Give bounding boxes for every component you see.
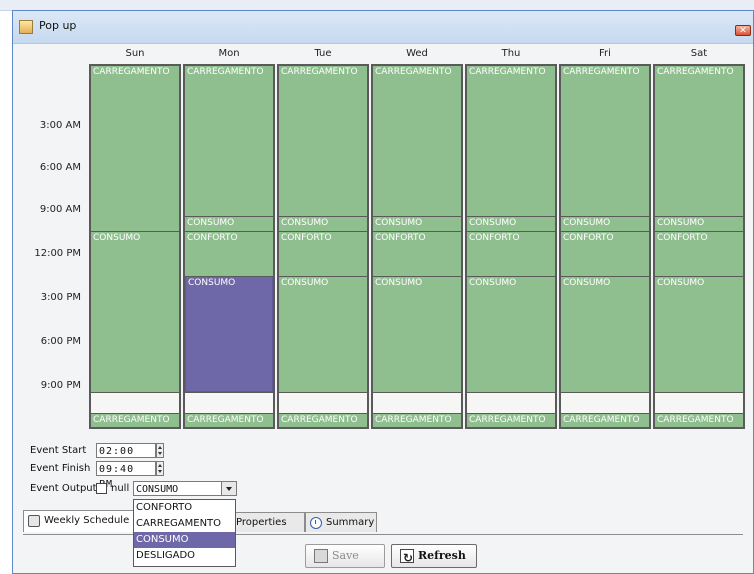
event-block[interactable]: CONFORTO (467, 231, 555, 276)
time-label: 9:00 AM (39, 204, 81, 215)
event-start-spinner[interactable] (156, 443, 164, 458)
gear-icon (28, 515, 40, 527)
event-block[interactable]: CONSUMO (373, 276, 461, 392)
day-column-fri: CARREGAMENTO CONSUMO CONFORTO CONSUMO CA… (559, 64, 651, 429)
time-label: 3:00 AM (39, 120, 81, 131)
event-block[interactable]: CARREGAMENTO (561, 66, 649, 216)
dropdown-option-conforto[interactable]: CONFORTO (134, 500, 235, 516)
window-title: Pop up (39, 19, 77, 32)
event-block[interactable]: CONSUMO (185, 216, 273, 231)
dropdown-option-desligado[interactable]: DESLIGADO (134, 548, 235, 564)
clock-icon (310, 517, 322, 529)
refresh-button[interactable]: Refresh (391, 544, 477, 569)
day-column-sat: CARREGAMENTO CONSUMO CONFORTO CONSUMO CA… (653, 64, 745, 429)
day-header-tue: Tue (314, 48, 332, 59)
event-block[interactable]: CARREGAMENTO (185, 413, 273, 427)
event-block[interactable]: CONFORTO (373, 231, 461, 276)
time-label: 3:00 PM (40, 292, 81, 303)
close-button[interactable]: ✕ (735, 25, 751, 36)
empty-slot[interactable] (185, 392, 273, 413)
event-block[interactable]: CONFORTO (655, 231, 743, 276)
event-start-field[interactable]: 02:00 PM (96, 443, 156, 472)
tab-weekly-schedule[interactable]: Weekly Schedule (23, 510, 135, 532)
event-block[interactable]: CARREGAMENTO (373, 413, 461, 427)
event-block[interactable]: CONSUMO (91, 231, 179, 392)
event-finish-spinner[interactable] (156, 461, 164, 476)
save-button[interactable]: Save (305, 544, 385, 568)
tab-label: Summary (326, 517, 375, 528)
empty-slot[interactable] (279, 392, 367, 413)
empty-slot[interactable] (467, 392, 555, 413)
event-block[interactable]: CONSUMO (279, 216, 367, 231)
event-start-label: Event Start (30, 445, 87, 456)
event-block[interactable]: CONSUMO (561, 276, 649, 392)
event-block[interactable]: CARREGAMENTO (91, 413, 179, 427)
weekly-calendar: Sun Mon Tue Wed Thu Fri Sat 3:00 AM 6:00… (13, 43, 754, 438)
empty-slot[interactable] (91, 392, 179, 413)
event-block[interactable]: CARREGAMENTO (467, 66, 555, 216)
day-header-sun: Sun (125, 48, 145, 59)
empty-slot[interactable] (561, 392, 649, 413)
null-label: null (111, 483, 130, 494)
save-icon (314, 549, 328, 563)
time-label: 12:00 PM (34, 248, 81, 259)
event-block[interactable]: CARREGAMENTO (467, 413, 555, 427)
tab-properties[interactable]: Properties (229, 512, 305, 532)
day-header-sat: Sat (690, 48, 708, 59)
event-block[interactable]: CONSUMO (467, 276, 555, 392)
popup-window: Pop up ✕ Sun Mon Tue Wed Thu Fri Sat 3:0… (12, 10, 754, 574)
dropdown-option-carregamento[interactable]: CARREGAMENTO (134, 516, 235, 532)
titlebar: Pop up ✕ (13, 11, 753, 44)
event-block[interactable]: CARREGAMENTO (279, 413, 367, 427)
window-icon (19, 20, 33, 34)
chevron-down-icon[interactable] (221, 482, 236, 495)
time-label: 6:00 PM (40, 336, 81, 347)
event-output-dropdown-list: CONFORTO CARREGAMENTO CONSUMO DESLIGADO (133, 499, 236, 567)
empty-slot[interactable] (373, 392, 461, 413)
refresh-button-label: Refresh (418, 549, 466, 562)
tab-label: Properties (236, 517, 287, 528)
event-output-label: Event Output (30, 483, 97, 494)
event-block[interactable]: CARREGAMENTO (655, 413, 743, 427)
tab-summary[interactable]: Summary (305, 512, 377, 532)
event-block[interactable]: CARREGAMENTO (91, 66, 179, 231)
day-header-mon: Mon (218, 48, 240, 59)
day-column-wed: CARREGAMENTO CONSUMO CONFORTO CONSUMO CA… (371, 64, 463, 429)
event-block[interactable]: CONSUMO (373, 216, 461, 231)
day-column-thu: CARREGAMENTO CONSUMO CONFORTO CONSUMO CA… (465, 64, 557, 429)
event-block[interactable]: CARREGAMENTO (373, 66, 461, 216)
event-output-select[interactable]: CONSUMO (133, 481, 237, 496)
event-block[interactable]: CONSUMO (561, 216, 649, 231)
event-block[interactable]: CONSUMO (279, 276, 367, 392)
day-header-wed: Wed (406, 48, 428, 59)
time-label: 9:00 PM (40, 380, 81, 391)
tab-label: Weekly Schedule (44, 515, 130, 526)
day-column-sun: CARREGAMENTO CONSUMO CARREGAMENTO (89, 64, 181, 429)
event-block[interactable]: CONSUMO (655, 276, 743, 392)
day-column-mon: CARREGAMENTO CONSUMO CONFORTO CONSUMO CA… (183, 64, 275, 429)
event-block[interactable]: CONFORTO (279, 231, 367, 276)
time-label: 6:00 AM (39, 162, 81, 173)
event-block[interactable]: CONSUMO (655, 216, 743, 231)
dropdown-option-consumo[interactable]: CONSUMO (134, 532, 235, 548)
event-block[interactable]: CONFORTO (185, 231, 273, 276)
day-header-thu: Thu (501, 48, 521, 59)
save-button-label: Save (332, 549, 359, 562)
tab-bar: Weekly Schedule Properties Summary (23, 510, 743, 535)
event-finish-label: Event Finish (30, 463, 91, 474)
day-header-fri: Fri (599, 48, 611, 59)
event-finish-field[interactable]: 09:40 PM (96, 461, 156, 490)
event-block[interactable]: CARREGAMENTO (279, 66, 367, 216)
refresh-icon (400, 547, 414, 569)
day-column-tue: CARREGAMENTO CONSUMO CONFORTO CONSUMO CA… (277, 64, 369, 429)
event-block[interactable]: CONSUMO (467, 216, 555, 231)
event-block[interactable]: CARREGAMENTO (561, 413, 649, 427)
null-checkbox[interactable] (96, 483, 107, 494)
event-block[interactable]: CONFORTO (561, 231, 649, 276)
event-block-selected[interactable]: CONSUMO (185, 276, 273, 392)
event-block[interactable]: CARREGAMENTO (185, 66, 273, 216)
event-output-value: CONSUMO (136, 484, 179, 495)
empty-slot[interactable] (655, 392, 743, 413)
event-block[interactable]: CARREGAMENTO (655, 66, 743, 216)
